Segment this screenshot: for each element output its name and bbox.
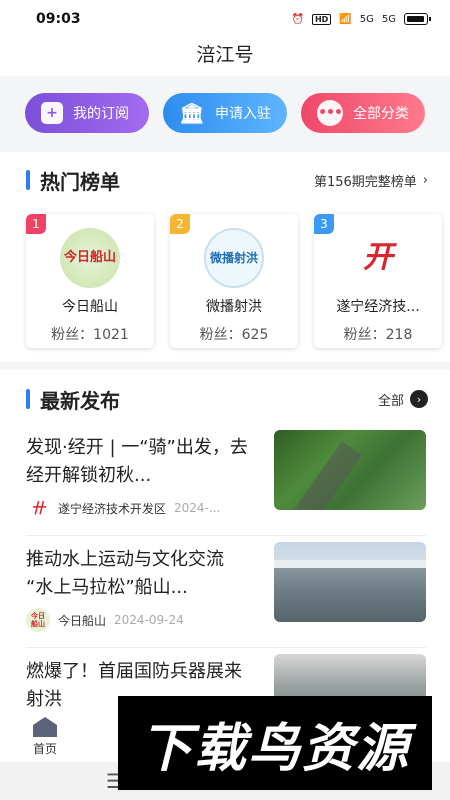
plus-note-icon: + <box>41 102 63 124</box>
tab-home-label: 首页 <box>32 742 57 756</box>
ranking-cards: 1 今日船山 今日船山 粉丝：1021 2 微播射洪 微播射洪 粉丝：625 3… <box>0 214 450 348</box>
news-date: 2024-09-24 <box>114 613 184 627</box>
all-label: 全部 <box>377 393 404 409</box>
more-dots-icon: ••• <box>317 100 343 126</box>
rank-badge: 3 <box>314 214 334 234</box>
full-ranking-link[interactable]: 第156期完整榜单 › <box>314 171 428 190</box>
section-accent-bar <box>26 170 30 190</box>
rank-badge: 2 <box>170 214 190 234</box>
news-date: 2024-... <box>174 501 221 515</box>
watermark: 下载鸟资源 <box>118 696 432 790</box>
ranking-card-1[interactable]: 1 今日船山 今日船山 粉丝：1021 <box>26 214 154 348</box>
hot-ranking-header: 热门榜单 第156期完整榜单 › <box>0 152 450 208</box>
hot-ranking-title: 热门榜单 <box>26 166 120 195</box>
news-item[interactable]: 推动水上运动与文化交流 “水上马拉松”船山... 今日 船山 今日船山 2024-… <box>26 536 426 648</box>
news-headline: 发现·经开 | 一“骑”出发，去经开解锁初秋... <box>26 437 248 486</box>
all-categories-label: 全部分类 <box>353 106 409 122</box>
apply-join-label: 申请入驻 <box>215 106 271 122</box>
news-item[interactable]: 发现·经开 | 一“骑”出发，去经开解锁初秋... 卄 遂宁经济技术开发区 20… <box>26 424 426 536</box>
signal-icon-2: 5G <box>381 13 396 25</box>
status-icons: ⏰ HD 📶 5G 5G <box>291 13 431 25</box>
alarm-icon: ⏰ <box>291 13 304 25</box>
ranking-card-3[interactable]: 3 开 遂宁经济技... 粉丝：218 <box>314 214 442 348</box>
full-ranking-label: 第156期完整榜单 <box>313 174 417 190</box>
tab-home[interactable]: 首页 <box>0 717 90 757</box>
all-categories-button[interactable]: ••• 全部分类 <box>301 93 425 133</box>
account-logo: 微播射洪 <box>204 228 264 288</box>
all-link[interactable]: 全部 › <box>378 390 428 409</box>
battery-icon <box>404 13 431 25</box>
page-title: 涪江号 <box>0 38 450 76</box>
rank-badge: 1 <box>26 214 46 234</box>
account-name: 今日船山 <box>62 299 118 315</box>
arrow-right-icon: › <box>410 390 428 408</box>
section-accent-bar <box>26 389 30 409</box>
ranking-card-2[interactable]: 2 微播射洪 微播射洪 粉丝：625 <box>170 214 298 348</box>
apply-join-button[interactable]: 🏛 申请入驻 <box>163 93 287 133</box>
hd-icon: HD <box>311 13 332 25</box>
signal-icon-1: 5G <box>359 13 374 25</box>
news-thumbnail <box>274 430 426 510</box>
account-name: 微播射洪 <box>206 299 262 315</box>
fans-count: 粉丝：218 <box>343 327 413 343</box>
account-logo: 开 <box>348 228 408 288</box>
status-bar: 09:03 ⏰ HD 📶 5G 5G <box>0 0 450 38</box>
hot-ranking-title-text: 热门榜单 <box>40 169 120 194</box>
fans-count: 粉丝：625 <box>199 327 269 343</box>
hot-ranking-section: 热门榜单 第156期完整榜单 › 1 今日船山 今日船山 粉丝：1021 2 微… <box>0 152 450 362</box>
news-meta: 今日 船山 今日船山 2024-09-24 <box>26 608 184 632</box>
source-logo-icon: 今日 船山 <box>26 608 50 632</box>
news-source: 遂宁经济技术开发区 <box>58 501 167 516</box>
news-source: 今日船山 <box>58 613 107 628</box>
my-subscriptions-button[interactable]: + 我的订阅 <box>25 93 149 133</box>
my-subscriptions-label: 我的订阅 <box>73 106 129 122</box>
chevron-right-icon: › <box>422 172 428 188</box>
latest-title: 最新发布 <box>26 385 120 414</box>
fans-count: 粉丝：1021 <box>51 327 129 343</box>
source-logo-icon: 卄 <box>31 501 45 517</box>
news-headline: 推动水上运动与文化交流 “水上马拉松”船山... <box>26 549 224 598</box>
account-name: 遂宁经济技... <box>336 299 420 315</box>
latest-header: 最新发布 全部 › <box>0 374 450 424</box>
status-time: 09:03 <box>36 11 81 27</box>
latest-title-text: 最新发布 <box>40 388 120 413</box>
news-thumbnail <box>274 542 426 622</box>
home-icon <box>33 717 57 737</box>
account-logo: 今日船山 <box>60 228 120 288</box>
building-icon: 🏛 <box>179 101 205 125</box>
wifi-icon: 📶 <box>339 13 352 25</box>
quick-actions: + 我的订阅 🏛 申请入驻 ••• 全部分类 <box>0 76 450 150</box>
news-meta: 卄 遂宁经济技术开发区 2024-... <box>26 496 220 520</box>
